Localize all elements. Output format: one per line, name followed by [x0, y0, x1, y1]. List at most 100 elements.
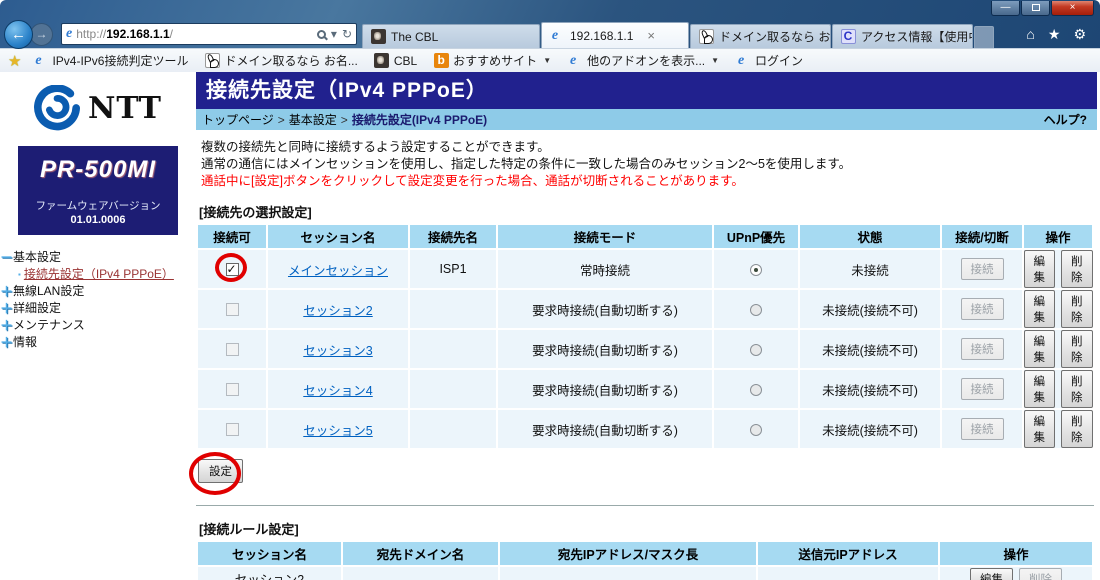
upnp-radio: [750, 384, 762, 396]
tab-access-info[interactable]: C アクセス情報【使用中のI...: [832, 24, 973, 48]
breadcrumb: トップページ > 基本設定 > 接続先設定(IPv4 PPPoE) ヘルプ?: [196, 109, 1097, 130]
enable-checkbox: [226, 343, 239, 356]
sidebar-item-info[interactable]: ＋ 情報: [0, 334, 196, 351]
enable-checkbox: [226, 303, 239, 316]
window-minimize-button[interactable]: —: [991, 1, 1020, 16]
browser-chrome: — × ← → e http://192.168.1.1/ ▾ ↻ The CB…: [0, 0, 1100, 72]
window-close-button[interactable]: ×: [1051, 1, 1094, 16]
new-tab-button[interactable]: [974, 26, 994, 48]
section-heading-selection: [接続先の選択設定]: [199, 202, 1097, 221]
table-row: メインセッション ISP1 常時接続 未接続 接続 編集削除: [198, 250, 1092, 288]
tab-the-cbl[interactable]: The CBL: [362, 24, 540, 48]
dropdown-arrow-icon: ▼: [711, 56, 719, 65]
home-icon[interactable]: ⌂: [1026, 26, 1034, 42]
section-divider: [196, 505, 1094, 507]
delete-button[interactable]: 削除: [1061, 370, 1093, 408]
edit-button[interactable]: 編集: [1024, 290, 1056, 328]
status-text: 未接続(接続不可): [800, 410, 940, 448]
delete-button[interactable]: 削除: [1061, 330, 1093, 368]
delete-button[interactable]: 削除: [1061, 250, 1093, 288]
expand-plus-icon[interactable]: ＋: [0, 283, 13, 300]
expand-plus-icon[interactable]: ＋: [0, 317, 13, 334]
collapse-minus-icon[interactable]: －: [0, 249, 13, 266]
session-link[interactable]: セッション5: [303, 424, 372, 438]
submit-button[interactable]: 設定: [198, 459, 243, 483]
ie-favicon-icon: e: [549, 28, 565, 44]
section-heading-rules: [接続ルール設定]: [199, 519, 1097, 538]
edit-button[interactable]: 編集: [1024, 370, 1056, 408]
navigation-bar: ← → e http://192.168.1.1/ ▾ ↻ The CBL e …: [0, 20, 1100, 48]
sidebar-item-basic-settings[interactable]: － 基本設定: [0, 249, 196, 266]
tab-close-icon[interactable]: ×: [647, 28, 655, 43]
cbl-favicon-icon: [370, 29, 386, 45]
session-link[interactable]: セッション4: [303, 384, 372, 398]
connect-button: 接続: [961, 338, 1004, 360]
firmware-version: 01.01.0006: [20, 214, 176, 226]
favorites-star-icon[interactable]: ★: [1048, 26, 1061, 43]
sidebar-item-pppoe-settings[interactable]: ▪ 接続先設定（IPv4 PPPoE）: [0, 266, 196, 283]
breadcrumb-basic[interactable]: 基本設定: [289, 111, 337, 128]
edit-button[interactable]: 編集: [1024, 330, 1056, 368]
favorite-more-addons[interactable]: e 他のアドオンを表示... ▼: [562, 52, 724, 69]
upnp-radio: [750, 344, 762, 356]
add-favorite-star-icon[interactable]: ★: [8, 52, 21, 70]
favorite-cbl[interactable]: CBL: [369, 53, 422, 69]
table-row: セッション3 要求時接続(自動切断する) 未接続(接続不可) 接続 編集削除: [198, 330, 1092, 368]
upnp-radio[interactable]: [750, 264, 762, 276]
delete-button[interactable]: 削除: [1061, 290, 1093, 328]
rabbit-icon: [204, 53, 220, 69]
search-icon[interactable]: [317, 30, 326, 39]
session-link[interactable]: メインセッション: [288, 264, 388, 278]
delete-button[interactable]: 削除: [1061, 410, 1093, 448]
dropdown-arrow-icon: ▼: [543, 56, 551, 65]
firmware-label: ファームウェアバージョン: [20, 198, 176, 213]
connect-button: 接続: [961, 418, 1004, 440]
breadcrumb-current: 接続先設定(IPv4 PPPoE): [352, 111, 487, 128]
edit-button[interactable]: 編集: [970, 568, 1013, 580]
ntt-swirl-icon: [34, 85, 80, 131]
edit-button[interactable]: 編集: [1024, 250, 1056, 288]
session-link[interactable]: セッション2: [303, 304, 372, 318]
device-panel: PR-500MI ファームウェアバージョン 01.01.0006: [18, 146, 178, 235]
main-content: 接続先設定（IPv4 PPPoE） トップページ > 基本設定 > 接続先設定(…: [196, 72, 1100, 580]
connect-button: 接続: [961, 258, 1004, 280]
rabbit-favicon-icon: [698, 29, 714, 45]
cbl-icon: [374, 53, 390, 69]
connect-button: 接続: [961, 378, 1004, 400]
upnp-radio: [750, 304, 762, 316]
tab-router-active[interactable]: e 192.168.1.1 ×: [541, 22, 689, 48]
connection-rules-table: セッション名 宛先ドメイン名 宛先IPアドレス/マスク長 送信元IPアドレス 操…: [196, 540, 1094, 580]
sidebar-item-wlan-settings[interactable]: ＋ 無線LAN設定: [0, 283, 196, 300]
sidebar-item-maintenance[interactable]: ＋ メンテナンス: [0, 317, 196, 334]
tab-onamae[interactable]: ドメイン取るなら お名前....: [690, 24, 831, 48]
address-bar[interactable]: e http://192.168.1.1/ ▾ ↻: [61, 23, 357, 45]
session-link[interactable]: セッション3: [303, 344, 372, 358]
pppoe-settings-link[interactable]: 接続先設定（IPv4 PPPoE）: [24, 266, 174, 283]
table-row: セッション2 要求時接続(自動切断する) 未接続(接続不可) 接続 編集削除: [198, 290, 1092, 328]
url-text[interactable]: http://192.168.1.1/: [76, 27, 317, 41]
favorite-suggested-sites[interactable]: b おすすめサイト ▼: [428, 52, 556, 69]
favorites-bar: ★ e IPv4-IPv6接続判定ツール ドメイン取るなら お名... CBL …: [0, 48, 1100, 72]
enable-checkbox: [226, 423, 239, 436]
breadcrumb-home[interactable]: トップページ: [202, 111, 274, 128]
window-maximize-button[interactable]: [1021, 1, 1050, 16]
help-link[interactable]: ヘルプ?: [1044, 111, 1087, 128]
edit-button[interactable]: 編集: [1024, 410, 1056, 448]
expand-plus-icon[interactable]: ＋: [0, 300, 13, 317]
expand-plus-icon[interactable]: ＋: [0, 334, 13, 351]
back-button[interactable]: ←: [4, 20, 33, 49]
favorite-onamae[interactable]: ドメイン取るなら お名...: [199, 52, 362, 69]
sidebar-item-advanced-settings[interactable]: ＋ 詳細設定: [0, 300, 196, 317]
forward-button[interactable]: →: [30, 23, 53, 46]
favorite-ipv4-ipv6-tool[interactable]: e IPv4-IPv6接続判定ツール: [27, 52, 193, 69]
ntt-wordmark: NTT: [88, 91, 162, 126]
sidebar: NTT PR-500MI ファームウェアバージョン 01.01.0006 － 基…: [0, 72, 196, 580]
refresh-icon[interactable]: ↻: [342, 27, 352, 41]
favorite-login[interactable]: e ログイン: [730, 52, 808, 69]
table-row: セッション2 編集削除: [198, 567, 1092, 580]
suggested-sites-icon: b: [433, 53, 449, 69]
table-row: セッション4 要求時接続(自動切断する) 未接続(接続不可) 接続 編集削除: [198, 370, 1092, 408]
settings-gear-icon[interactable]: ⚙: [1073, 26, 1086, 43]
address-dropdown-icon[interactable]: ▾: [331, 27, 337, 41]
enable-checkbox[interactable]: [226, 263, 239, 276]
